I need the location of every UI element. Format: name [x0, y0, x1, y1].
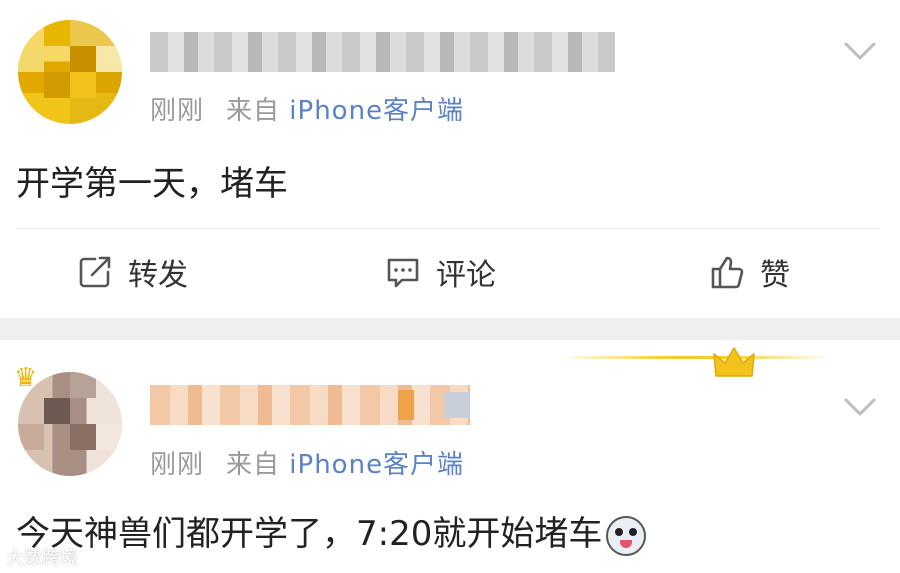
source-prefix: 来自 [226, 96, 281, 126]
username-blur-block [444, 392, 470, 418]
comment-button[interactable]: 评论 [384, 250, 496, 294]
feed-post-1: 刚刚 来自 iPhone客户端 开学第一天，堵车 转发 评论 赞 [0, 0, 900, 318]
chevron-down-icon[interactable] [840, 386, 880, 426]
divider [16, 228, 880, 229]
post-actions: 转发 评论 赞 [0, 232, 900, 312]
repost-button[interactable]: 转发 [76, 250, 188, 294]
comment-icon [387, 258, 419, 288]
username-blur-block [398, 390, 414, 420]
chevron-down-icon[interactable] [840, 30, 880, 70]
like-button[interactable]: 赞 [708, 250, 790, 294]
decorative-line [560, 356, 830, 359]
post-text: 开学第一天，堵车 [16, 164, 288, 204]
emoji-icon [606, 515, 647, 556]
post-text-content: 今天神兽们都开学了，7:20就开始堵车 [16, 514, 603, 554]
repost-label: 转发 [128, 258, 188, 293]
post-meta: 刚刚 来自 iPhone客户端 [150, 444, 464, 481]
source-prefix: 来自 [226, 450, 281, 480]
feed-separator [0, 318, 900, 340]
like-icon [711, 256, 744, 289]
username-blurred[interactable] [150, 32, 615, 72]
like-label: 赞 [760, 258, 790, 293]
source-link[interactable]: iPhone客户端 [289, 96, 464, 126]
watermark: 大数跨境 [6, 548, 78, 569]
post-text: 今天神兽们都开学了，7:20就开始堵车 [16, 506, 647, 556]
crown-icon [713, 347, 755, 377]
post-meta: 刚刚 来自 iPhone客户端 [150, 90, 464, 127]
comment-label: 评论 [436, 258, 496, 293]
crown-icon: ♛ [14, 363, 38, 393]
username-blurred[interactable] [150, 385, 470, 425]
source-link[interactable]: iPhone客户端 [289, 450, 464, 480]
repost-icon [79, 256, 111, 288]
avatar[interactable] [18, 20, 122, 124]
post-time: 刚刚 [150, 96, 205, 126]
post-time: 刚刚 [150, 450, 205, 480]
